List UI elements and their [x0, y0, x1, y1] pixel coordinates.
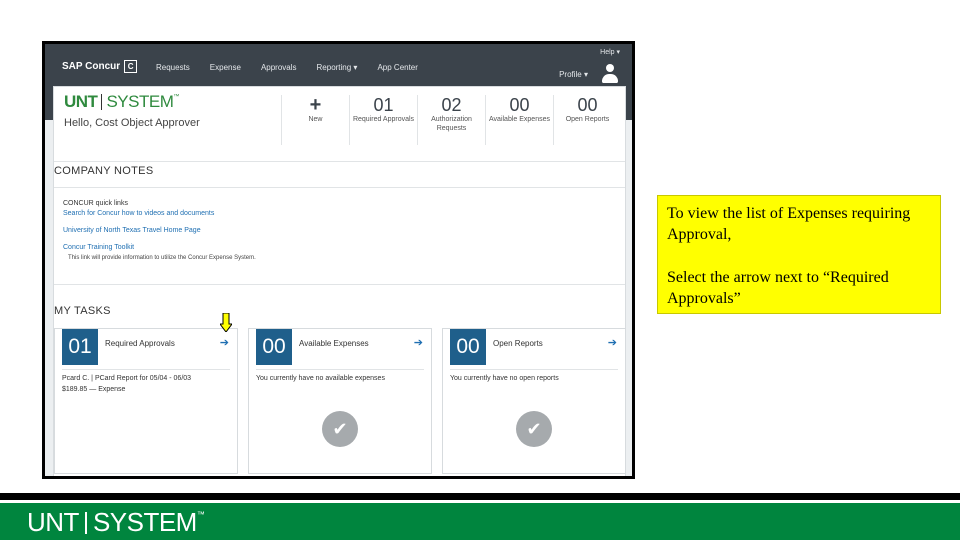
divider — [54, 187, 625, 188]
concur-screen: SAP Concur C Requests Expense Approvals … — [45, 44, 632, 476]
footer-logo-tm: ™ — [196, 510, 205, 519]
quick-required-approvals-label: Required Approvals — [352, 116, 415, 123]
footer-logo-unt: UNT — [27, 507, 79, 537]
available-expenses-body: You currently have no available expenses — [256, 373, 385, 384]
quick-available-expenses-label: Available Expenses — [489, 116, 550, 123]
greeting-text: Hello, Cost Object Approver — [64, 117, 200, 129]
check-circle-icon: ✔ — [516, 411, 552, 447]
main-panel: UNT SYSTEM ™ Hello, Cost Object Approver… — [53, 86, 626, 476]
logo-tm: ™ — [173, 94, 179, 100]
card-divider — [450, 369, 618, 370]
my-tasks-title: MY TASKS — [54, 305, 111, 317]
required-approvals-count: 01 — [62, 329, 98, 365]
quick-new-label: New — [308, 116, 323, 123]
arrow-right-icon[interactable]: ➔ — [608, 336, 617, 349]
open-reports-body: You currently have no open reports — [450, 373, 559, 384]
task-card-required-approvals[interactable]: 01 Required Approvals ➔ Pcard C. | PCard… — [54, 328, 238, 474]
task-cards: 01 Required Approvals ➔ Pcard C. | PCard… — [54, 328, 626, 474]
callout-line2: Select the arrow next to “Required Appro… — [667, 269, 889, 307]
quick-new[interactable]: + New — [281, 95, 349, 145]
footer-logo-system: SYSTEM — [92, 507, 197, 537]
quick-available-expenses-count: 00 — [509, 95, 530, 115]
task-card-open-reports[interactable]: 00 Open Reports ➔ You currently have no … — [442, 328, 626, 474]
avatar-shoulders — [602, 74, 618, 83]
notes-link-travel[interactable]: University of North Texas Travel Home Pa… — [63, 226, 256, 236]
logo-unt: UNT — [64, 92, 98, 111]
task-card-available-expenses[interactable]: 00 Available Expenses ➔ You currently ha… — [248, 328, 432, 474]
instruction-callout: To view the list of Expenses requiring A… — [657, 195, 941, 314]
quick-required-approvals[interactable]: 01 Required Approvals — [349, 95, 417, 145]
quick-open-reports[interactable]: 00 Open Reports — [553, 95, 621, 145]
profile-menu[interactable]: Profile ▾ — [559, 70, 588, 79]
brand-box-icon: C — [124, 60, 138, 73]
divider — [54, 284, 625, 285]
unt-system-logo: UNT SYSTEM ™ — [64, 92, 179, 112]
user-avatar-icon[interactable] — [602, 64, 618, 84]
divider — [54, 161, 625, 162]
notes-description: This link will provide information to ut… — [68, 255, 256, 261]
logo-system: SYSTEM — [106, 92, 174, 111]
logo-separator — [101, 94, 103, 110]
quick-new-icon: + — [309, 94, 322, 116]
card-divider — [62, 369, 230, 370]
callout-line1: To view the list of Expenses requiring A… — [667, 205, 911, 243]
quick-required-approvals-count: 01 — [373, 95, 394, 115]
brand-name: SAP Concur — [62, 61, 121, 72]
notes-link-videos[interactable]: Search for Concur how to videos and docu… — [63, 209, 256, 219]
footer-logo-separator — [84, 511, 87, 534]
required-approvals-body: Pcard C. | PCard Report for 05/04 - 06/0… — [62, 373, 191, 395]
available-expenses-count: 00 — [256, 329, 292, 365]
company-notes-title: COMPANY NOTES — [54, 165, 154, 177]
open-reports-count: 00 — [450, 329, 486, 365]
footer-divider — [0, 493, 960, 500]
pointer-arrow-icon — [220, 313, 232, 332]
quick-available-expenses[interactable]: 00 Available Expenses — [485, 95, 553, 145]
nav-reporting[interactable]: Reporting ▾ — [317, 63, 358, 72]
nav-requests[interactable]: Requests — [156, 63, 190, 72]
footer-unt-system-logo: UNT SYSTEM ™ — [27, 507, 205, 538]
notes-link-toolkit[interactable]: Concur Training Toolkit — [63, 243, 256, 253]
nav-app-center[interactable]: App Center — [377, 63, 417, 72]
brand-logo[interactable]: SAP Concur C — [62, 60, 138, 73]
notes-heading: CONCUR quick links — [63, 200, 128, 207]
quick-task-bar: + New 01 Required Approvals 02 Authoriza… — [281, 95, 621, 145]
nav-expense[interactable]: Expense — [210, 63, 241, 72]
quick-authorization-requests-count: 02 — [441, 95, 462, 115]
card-divider — [256, 369, 424, 370]
open-reports-empty: You currently have no open reports — [450, 375, 559, 382]
footer-bar: UNT SYSTEM ™ — [0, 503, 960, 540]
help-menu[interactable]: Help ▾ — [600, 48, 620, 56]
nav-approvals[interactable]: Approvals — [261, 63, 297, 72]
quick-open-reports-count: 00 — [577, 95, 598, 115]
approval-amount-line: $189.85 — Expense — [62, 386, 126, 393]
required-approvals-title: Required Approvals — [105, 339, 175, 348]
arrow-right-icon[interactable]: ➔ — [414, 336, 423, 349]
approval-report-line[interactable]: Pcard C. | PCard Report for 05/04 - 06/0… — [62, 373, 191, 384]
check-circle-icon: ✔ — [322, 411, 358, 447]
quick-authorization-requests[interactable]: 02 Authorization Requests — [417, 95, 485, 145]
quick-authorization-requests-label: Authorization Requests — [431, 116, 472, 132]
avatar-head — [606, 64, 614, 72]
available-expenses-title: Available Expenses — [299, 339, 369, 348]
quick-open-reports-label: Open Reports — [565, 116, 610, 123]
arrow-right-icon[interactable]: ➔ — [220, 336, 229, 349]
screenshot-frame: SAP Concur C Requests Expense Approvals … — [42, 41, 635, 479]
company-notes-content: CONCUR quick links Search for Concur how… — [63, 199, 256, 263]
available-expenses-empty: You currently have no available expenses — [256, 375, 385, 382]
open-reports-title: Open Reports — [493, 339, 543, 348]
nav-links: Requests Expense Approvals Reporting ▾ A… — [156, 63, 418, 72]
